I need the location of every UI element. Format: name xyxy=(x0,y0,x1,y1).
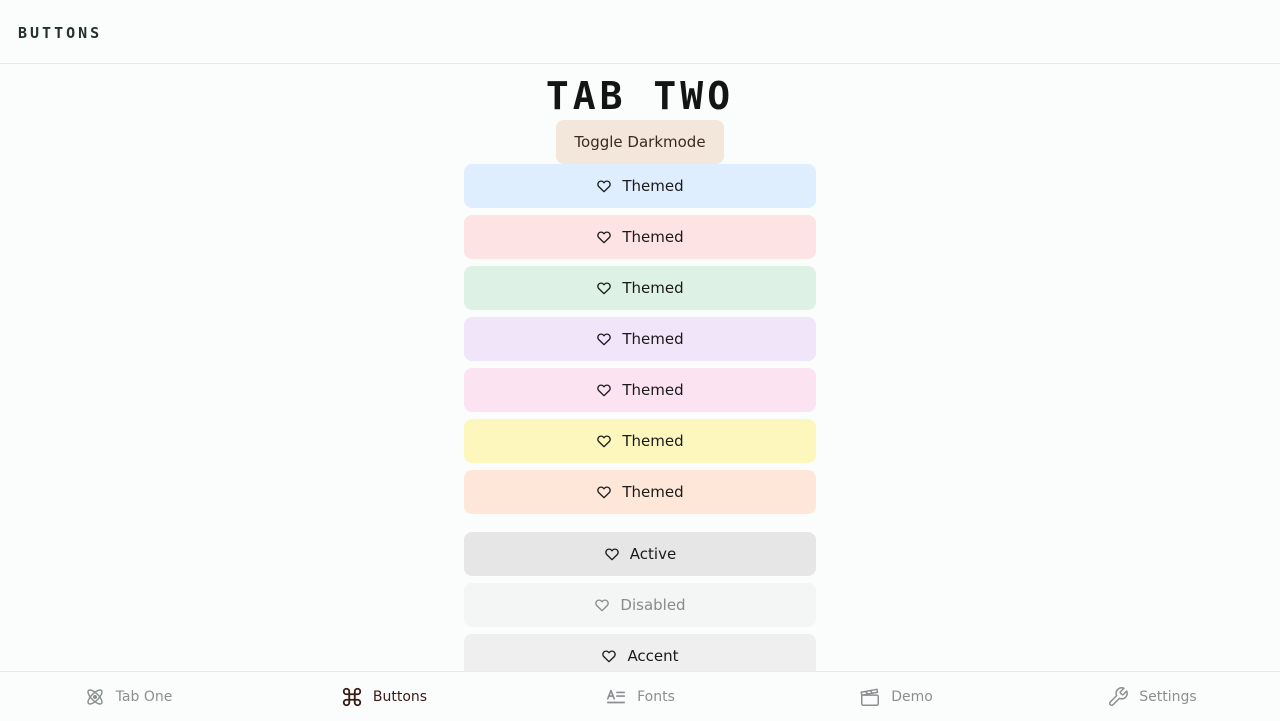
heart-icon xyxy=(596,433,612,449)
button-label: Accent xyxy=(627,647,679,665)
button-label: Themed xyxy=(622,381,684,399)
toggle-darkmode-button[interactable]: Toggle Darkmode xyxy=(556,120,724,164)
themed-button-purple[interactable]: Themed xyxy=(464,317,816,361)
button-label: Themed xyxy=(622,432,684,450)
clapperboard-icon xyxy=(859,686,881,708)
tab-demo[interactable]: Demo xyxy=(768,672,1024,721)
button-label: Themed xyxy=(622,279,684,297)
themed-button-pink[interactable]: Themed xyxy=(464,368,816,412)
themed-button-yellow[interactable]: Themed xyxy=(464,419,816,463)
page-title: TAB TWO xyxy=(545,74,735,118)
button-label: Themed xyxy=(622,228,684,246)
button-label: Themed xyxy=(622,177,684,195)
wrench-icon xyxy=(1107,686,1129,708)
text-align-icon xyxy=(605,686,627,708)
tab-label: Fonts xyxy=(637,688,675,705)
accent-button[interactable]: Accent xyxy=(464,634,816,671)
tab-label: Buttons xyxy=(372,688,428,705)
atom-icon xyxy=(84,686,106,708)
tab-buttons[interactable]: Buttons xyxy=(256,672,512,721)
header-title: BUTTONS xyxy=(18,24,103,42)
themed-button-blue[interactable]: Themed xyxy=(464,164,816,208)
tab-tab-one[interactable]: Tab One xyxy=(0,672,256,721)
disabled-button: Disabled xyxy=(464,583,816,627)
tab-label: Settings xyxy=(1139,688,1197,705)
tab-label: Tab One xyxy=(115,688,173,705)
heart-icon xyxy=(594,597,610,613)
button-label: Themed xyxy=(622,483,684,501)
heart-icon xyxy=(596,229,612,245)
heart-icon xyxy=(596,331,612,347)
button-label: Themed xyxy=(622,330,684,348)
themed-button-orange[interactable]: Themed xyxy=(464,470,816,514)
tab-fonts[interactable]: Fonts xyxy=(512,672,768,721)
heart-icon xyxy=(604,546,620,562)
heart-icon xyxy=(601,648,617,664)
header-bar: BUTTONS xyxy=(0,0,1280,64)
button-label: Disabled xyxy=(620,596,686,614)
tab-label: Demo xyxy=(891,688,933,705)
heart-icon xyxy=(596,382,612,398)
heart-icon xyxy=(596,178,612,194)
tab-settings[interactable]: Settings xyxy=(1024,672,1280,721)
button-label: Active xyxy=(629,545,677,563)
heart-icon xyxy=(596,280,612,296)
main-content[interactable]: TAB TWO Toggle Darkmode Themed Themed Th… xyxy=(0,64,1280,671)
themed-button-red[interactable]: Themed xyxy=(464,215,816,259)
heart-icon xyxy=(596,484,612,500)
active-button[interactable]: Active xyxy=(464,532,816,576)
themed-button-green[interactable]: Themed xyxy=(464,266,816,310)
bottom-tab-bar: Tab One Buttons Fonts Demo Settings xyxy=(0,671,1280,720)
command-icon xyxy=(341,686,363,708)
